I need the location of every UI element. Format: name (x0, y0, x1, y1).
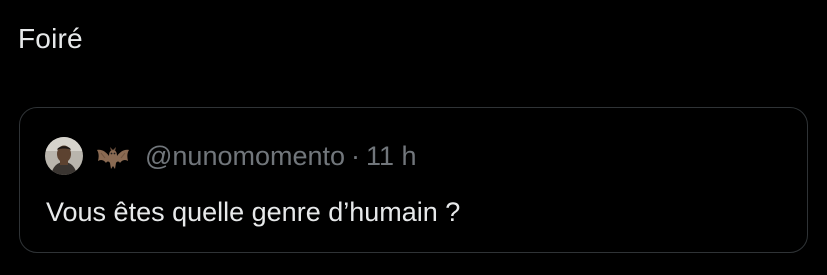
quoted-post-card[interactable]: @nunomomento · 11 h Vous êtes quelle gen… (19, 107, 808, 253)
avatar[interactable] (45, 137, 83, 175)
quoted-post-handle[interactable]: @nunomomento (145, 139, 345, 173)
quoted-post-text: Vous êtes quelle genre d’humain ? (46, 197, 461, 227)
bat-emoji-icon (93, 136, 133, 176)
post-text: Foiré (18, 23, 83, 54)
separator-dot: · (351, 141, 361, 171)
quoted-post-timestamp[interactable]: 11 h (366, 139, 417, 173)
quoted-post-header: @nunomomento · 11 h (45, 136, 417, 176)
